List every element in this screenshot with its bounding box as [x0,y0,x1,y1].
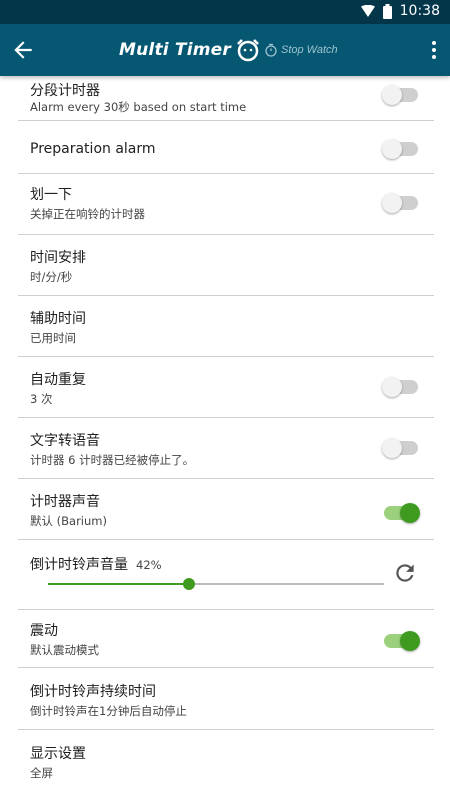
setting-preparation-alarm[interactable]: Preparation alarm [18,121,434,174]
app-logo: Multi Timer Stop Watch [119,38,338,62]
setting-subtitle: 计时器 6 计时器已经被停止了。 [30,453,195,467]
vibration-switch[interactable] [384,631,420,651]
setting-display[interactable]: 显示设置 全屏 [18,730,434,800]
setting-title: 倒计时铃声音量 [30,557,128,573]
split-timer-switch[interactable] [382,85,418,105]
text-to-speech-switch[interactable] [382,438,418,458]
setting-vibration[interactable]: 震动 默认震动模式 [18,610,434,668]
volume-percent: 42% [136,558,162,572]
setting-title: 显示设置 [30,746,86,762]
setting-title: 文字转语音 [30,433,100,449]
setting-timer-sound[interactable]: 计时器声音 默认 (Barium) [18,479,434,540]
alarm-clock-icon [237,39,259,62]
timer-sound-switch[interactable] [384,503,420,523]
setting-title: Preparation alarm [30,141,156,157]
volume-slider-thumb[interactable] [183,578,196,590]
preparation-alarm-switch[interactable] [382,139,418,159]
setting-auto-repeat[interactable]: 自动重复 3 次 [18,357,434,418]
setting-subtitle: 倒计时铃声在1分钟后自动停止 [30,704,187,718]
app-subtitle: Stop Watch [280,44,338,56]
more-vert-icon[interactable] [430,38,438,62]
status-bar: 10:38 [0,0,450,24]
setting-title: 震动 [30,623,58,639]
battery-icon [382,3,392,19]
setting-title: 计时器声音 [30,494,100,510]
setting-schedule[interactable]: 时间安排 时/分/秒 [18,235,434,296]
swipe-switch[interactable] [382,193,418,213]
refresh-icon[interactable] [392,560,418,586]
setting-subtitle: Alarm every 30秒 based on start time [30,100,247,114]
setting-subtitle: 默认 (Barium) [30,514,107,528]
stopwatch-icon [265,43,277,57]
volume-title-line: 倒计时铃声音量 42% [30,554,162,574]
setting-title: 倒计时铃声持续时间 [30,684,156,700]
setting-subtitle: 关掉正在响铃的计时器 [30,207,145,221]
setting-title: 辅助时间 [30,311,86,327]
wifi-icon [360,5,375,17]
setting-text-to-speech[interactable]: 文字转语音 计时器 6 计时器已经被停止了。 [18,418,434,479]
status-time: 10:38 [399,3,440,19]
setting-title: 自动重复 [30,372,86,388]
setting-title: 时间安排 [30,250,86,266]
setting-aux-time[interactable]: 辅助时间 已用时间 [18,296,434,357]
setting-subtitle: 默认震动模式 [30,643,99,657]
setting-subtitle: 已用时间 [30,331,76,345]
setting-split-timer[interactable]: 分段计时器 Alarm every 30秒 based on start tim… [18,76,434,121]
setting-title: 划一下 [30,187,72,203]
setting-title: 分段计时器 [30,83,100,99]
app-bar: Multi Timer Stop Watch [0,24,450,76]
app-title: Multi Timer [119,40,231,60]
setting-ring-duration[interactable]: 倒计时铃声持续时间 倒计时铃声在1分钟后自动停止 [18,668,434,730]
arrow-back-icon[interactable] [10,37,36,63]
setting-subtitle: 3 次 [30,392,53,406]
volume-slider-fill [48,583,190,585]
setting-subtitle: 全屏 [30,766,53,780]
setting-subtitle: 时/分/秒 [30,270,73,284]
auto-repeat-switch[interactable] [382,377,418,397]
setting-swipe[interactable]: 划一下 关掉正在响铃的计时器 [18,174,434,235]
setting-countdown-volume: 倒计时铃声音量 42% [18,540,434,610]
volume-slider[interactable] [48,578,384,590]
